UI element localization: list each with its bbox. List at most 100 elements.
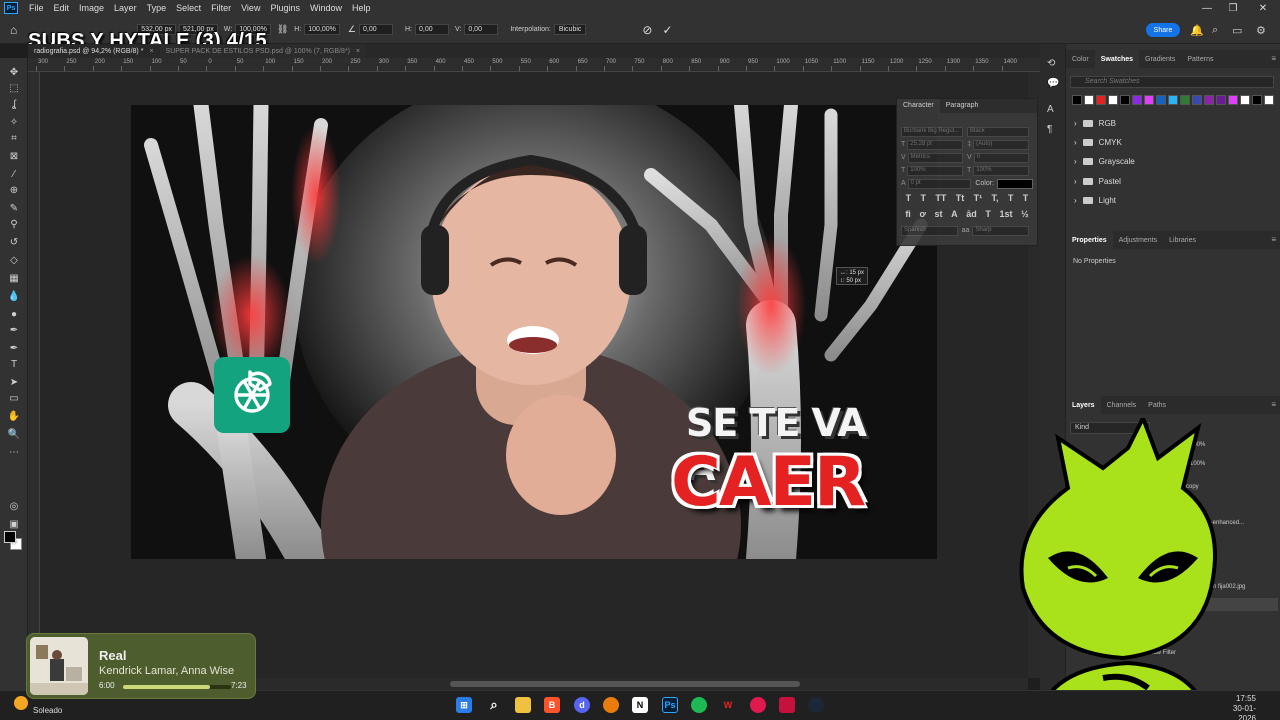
discord-icon[interactable]: d [574,697,590,713]
search-icon[interactable]: ⌕ [1212,24,1218,37]
search-swatches-input[interactable]: Search Swatches [1070,76,1274,88]
menu-type[interactable]: Type [142,3,172,13]
eyedropper-icon[interactable]: ⁄ [6,166,22,182]
notion-icon[interactable]: N [632,697,648,713]
horizontal-scale-field[interactable]: 100% [973,165,1029,176]
interpolation-select[interactable]: Bicubic [553,24,587,35]
tab-swatches[interactable]: Swatches [1094,50,1140,68]
kerning-field[interactable]: Metrics [907,152,963,163]
fractions-button[interactable]: ½ [1021,209,1029,219]
color-swatch[interactable] [1108,95,1118,105]
underline-button[interactable]: T [1008,193,1014,203]
tab-paths[interactable]: Paths [1142,396,1172,414]
color-swatch[interactable] [1216,95,1226,105]
color-swatch[interactable] [1144,95,1154,105]
weather-sun-icon[interactable] [14,696,28,710]
type-tool-icon[interactable]: T [6,356,22,372]
menu-layer[interactable]: Layer [109,3,142,13]
quick-mask-icon[interactable]: ◎ [6,498,22,514]
brave-browser-icon[interactable]: B [544,697,560,713]
text-color-swatch[interactable] [997,178,1033,189]
swash-button[interactable]: A [951,209,958,219]
commit-transform-icon[interactable]: ✓ [662,23,672,37]
blender-icon[interactable] [603,697,619,713]
pen-tool-icon[interactable]: ✒ [6,322,22,338]
dodge-tool-icon[interactable]: ● [6,306,22,322]
color-swatch[interactable] [1096,95,1106,105]
strikethrough-button[interactable]: T [1023,193,1029,203]
old-style-button[interactable]: ơ [919,209,925,219]
color-swatch[interactable] [1192,95,1202,105]
hand-tool-icon[interactable]: ✋ [6,408,22,424]
bell-icon[interactable]: 🔔 [1190,24,1204,37]
all-caps-button[interactable]: TT [935,193,946,203]
move-tool-icon[interactable]: ✥ [6,64,22,80]
color-swatch[interactable] [1072,95,1082,105]
close-icon[interactable]: × [356,48,360,55]
tab-channels[interactable]: Channels [1101,396,1143,414]
faux-bold-button[interactable]: T [906,193,912,203]
comments-icon[interactable]: 💬 [1047,78,1059,90]
color-swatch[interactable] [1156,95,1166,105]
tab-adjustments[interactable]: Adjustments [1113,231,1164,249]
angle-field[interactable]: 0,00 [358,24,393,35]
history-icon[interactable]: ⟲ [1047,58,1059,70]
tab-layers[interactable]: Layers [1066,396,1101,414]
swatch-folder-rgb[interactable]: › RGB [1074,114,1116,132]
color-swatch[interactable] [1240,95,1250,105]
menu-image[interactable]: Image [74,3,109,13]
swatch-folder-grayscale[interactable]: › Grayscale [1074,152,1135,170]
search-icon[interactable]: ⌕ [486,697,502,713]
antialias-select[interactable]: Sharp [972,225,1030,236]
tab-patterns[interactable]: Patterns [1181,50,1219,68]
font-style-select[interactable]: Black [967,126,1029,137]
tab-super-pack[interactable]: SUPER PACK DE ESTILOS PSD.psd @ 100% (7,… [159,44,366,58]
foreground-color-swatch[interactable] [4,531,16,543]
titling-button[interactable]: T [985,209,991,219]
crop-tool-icon[interactable]: ⌗ [6,130,22,146]
gradient-tool-icon[interactable]: ▦ [6,270,22,286]
panel-menu-icon[interactable]: ≡ [1271,400,1276,409]
faux-italic-button[interactable]: T [921,193,927,203]
color-swatch[interactable] [1264,95,1274,105]
tab-character[interactable]: Character [897,99,940,113]
stylistic-button[interactable]: ād [966,209,977,219]
marquee-tool-icon[interactable]: ⬚ [6,80,22,96]
swatch-folder-light[interactable]: › Light [1074,191,1116,209]
home-icon[interactable]: ⌂ [10,23,17,37]
close-window-icon[interactable]: ✕ [1250,0,1276,16]
font-family-select[interactable]: Burbank Big Regul... [901,126,963,137]
file-explorer-icon[interactable] [515,697,531,713]
settings-icon[interactable]: ⚙ [1256,24,1266,37]
link-icon[interactable]: ⛓ [277,24,288,35]
path-select-icon[interactable]: ➤ [6,374,22,390]
subscript-button[interactable]: T, [991,193,998,203]
color-swatch[interactable] [1084,95,1094,105]
tab-libraries[interactable]: Libraries [1163,231,1202,249]
share-button[interactable]: Share [1146,23,1180,37]
spotify-icon[interactable] [691,697,707,713]
cancel-transform-icon[interactable]: ⊘ [642,23,652,37]
baseline-field[interactable]: 0 pt [907,178,972,189]
tracking-field[interactable]: 0 [973,152,1029,163]
color-swatch[interactable] [1180,95,1190,105]
app-red-icon[interactable] [750,697,766,713]
vskew-field[interactable]: 0,00 [464,24,499,35]
panel-menu-icon[interactable]: ≡ [1271,235,1276,244]
brush-tool-icon[interactable]: ✎ [6,200,22,216]
tab-gradients[interactable]: Gradients [1139,50,1181,68]
history-brush-icon[interactable]: ↺ [6,234,22,250]
height-field[interactable]: 100,00% [304,24,340,35]
swatch-folder-cmyk[interactable]: › CMYK [1074,133,1122,151]
character-panel-icon[interactable]: A [1047,104,1059,116]
menu-window[interactable]: Window [305,3,347,13]
blur-tool-icon[interactable]: 💧 [6,288,22,304]
scrollbar-thumb[interactable] [450,681,800,687]
color-swatch[interactable] [1204,95,1214,105]
tab-properties[interactable]: Properties [1066,231,1113,249]
eraser-icon[interactable]: ◇ [6,252,22,268]
zoom-tool-icon[interactable]: 🔍 [6,426,22,442]
swatch-folder-pastel[interactable]: › Pastel [1074,172,1121,190]
superscript-button[interactable]: T¹ [974,193,983,203]
frame-tool-icon[interactable]: ⊠ [6,148,22,164]
